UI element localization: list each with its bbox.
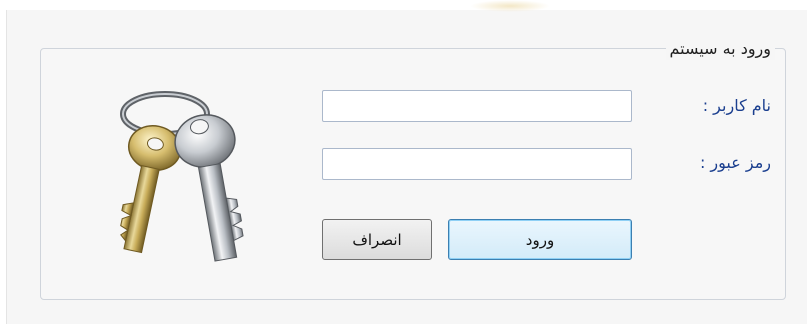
keys-icon: [110, 86, 260, 271]
username-input[interactable]: [322, 90, 632, 122]
groupbox-title: ورود به سیستم: [665, 38, 775, 60]
cancel-button[interactable]: انصراف: [322, 219, 432, 260]
header-decoration: [470, 0, 550, 12]
username-label: نام کاربر :: [702, 96, 771, 115]
password-label: رمز عبور :: [699, 153, 771, 172]
password-input[interactable]: [322, 148, 632, 180]
login-button[interactable]: ورود: [448, 219, 632, 260]
